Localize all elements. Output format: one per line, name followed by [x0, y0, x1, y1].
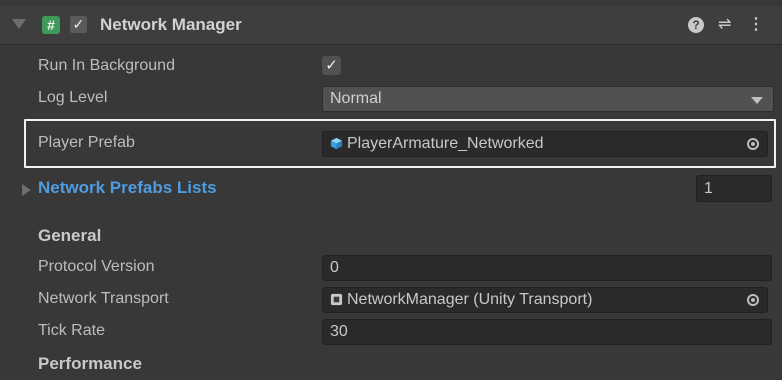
foldout-chevron-icon[interactable]: [12, 19, 26, 29]
tick-rate-label: Tick Rate: [38, 322, 105, 339]
performance-section-title: Performance: [38, 354, 142, 373]
tick-rate-input[interactable]: 30: [322, 319, 772, 345]
network-prefabs-lists-count[interactable]: 1: [696, 175, 772, 202]
object-picker-icon[interactable]: [747, 138, 759, 150]
log-level-value: Normal: [330, 90, 382, 107]
object-picker-icon[interactable]: [747, 294, 759, 306]
player-prefab-value: PlayerArmature_Networked: [347, 135, 544, 152]
log-level-dropdown[interactable]: Normal: [322, 86, 774, 112]
general-section-title: General: [38, 226, 102, 245]
network-transport-label: Network Transport: [38, 290, 169, 307]
player-prefab-label: Player Prefab: [38, 134, 135, 151]
component-header[interactable]: # ✓ Network Manager ? ⇌ ⋮: [0, 6, 782, 45]
log-level-label: Log Level: [38, 89, 108, 106]
component-enabled-checkbox[interactable]: ✓: [70, 16, 87, 33]
dropdown-arrow-icon: [751, 97, 763, 104]
run-in-background-checkbox[interactable]: ✓: [322, 56, 341, 75]
help-icon[interactable]: ?: [688, 17, 704, 33]
component-title: Network Manager: [100, 15, 242, 34]
script-icon: #: [42, 16, 60, 34]
run-in-background-label: Run In Background: [38, 57, 175, 74]
network-transport-field[interactable]: NetworkManager (Unity Transport): [322, 287, 768, 313]
script-component-icon: [330, 294, 343, 306]
inspector-panel: { "header": { "script_icon_glyph": "#", …: [0, 0, 782, 380]
list-foldout-chevron-icon[interactable]: [22, 184, 31, 196]
protocol-version-input[interactable]: 0: [322, 255, 772, 281]
prefab-cube-icon: [330, 138, 343, 150]
player-prefab-field[interactable]: PlayerArmature_Networked: [322, 131, 768, 157]
presets-icon[interactable]: ⇌: [718, 14, 731, 34]
context-menu-icon[interactable]: ⋮: [748, 14, 764, 34]
protocol-version-label: Protocol Version: [38, 258, 155, 275]
network-transport-value: NetworkManager (Unity Transport): [347, 291, 593, 308]
network-prefabs-lists-label[interactable]: Network Prefabs Lists: [38, 178, 217, 198]
